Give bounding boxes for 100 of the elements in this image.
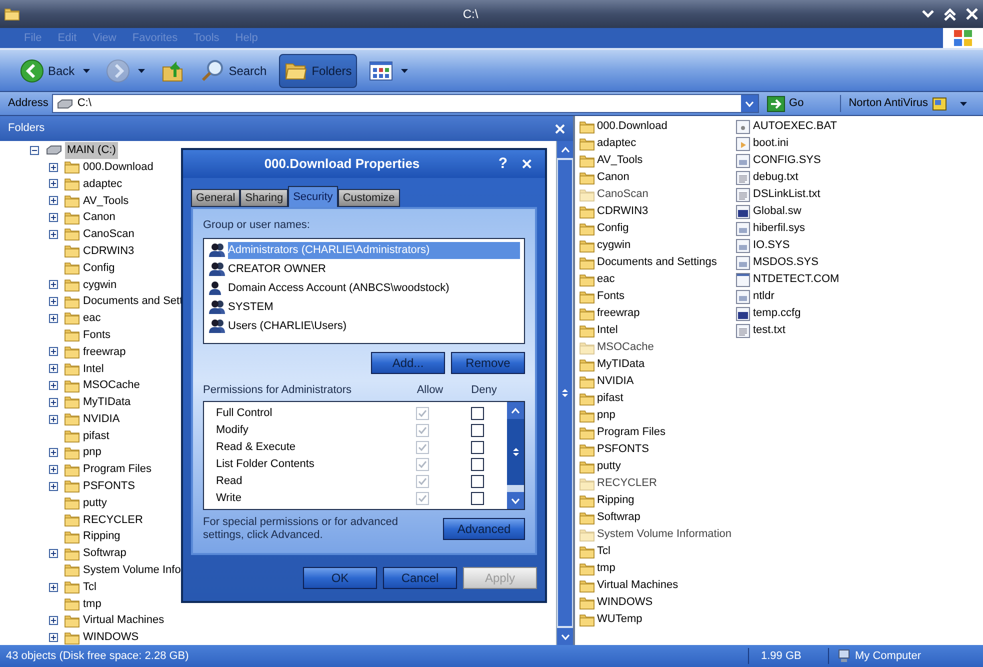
tree-item[interactable]: WINDOWS [83, 629, 139, 645]
file-name[interactable]: MSOCache [597, 339, 654, 356]
file-name[interactable]: test.txt [753, 322, 786, 339]
expand-icon[interactable] [49, 482, 58, 491]
expand-icon[interactable] [49, 582, 58, 592]
checkbox[interactable] [470, 441, 484, 454]
scroll-up-icon[interactable] [511, 408, 520, 414]
close-icon[interactable] [555, 124, 565, 134]
expand-icon[interactable] [49, 398, 58, 407]
file-name[interactable]: Program Files [597, 424, 666, 441]
expand-icon[interactable] [49, 179, 58, 188]
expand-icon[interactable] [49, 381, 58, 390]
expand-icon[interactable] [49, 314, 58, 323]
dropdown-caret-icon[interactable] [400, 68, 408, 72]
file-name[interactable]: DSLinkList.txt [753, 186, 820, 203]
maximize-icon[interactable] [943, 7, 957, 21]
file-name[interactable]: pnp [597, 407, 616, 424]
checkbox[interactable] [416, 441, 428, 454]
dropdown-caret-icon[interactable] [82, 68, 90, 72]
file-name[interactable]: AUTOEXEC.BAT [753, 118, 837, 135]
expand-icon[interactable] [49, 196, 58, 206]
tree-item[interactable]: 000.Download [83, 158, 154, 176]
tree-item[interactable]: adaptec [83, 176, 122, 192]
file-name[interactable]: AV_Tools [597, 152, 643, 169]
file-name[interactable]: NVIDIA [597, 373, 634, 390]
tree-item[interactable]: tmp [83, 596, 102, 612]
tree-item[interactable]: MyTIData [83, 394, 131, 411]
chevron-down-icon[interactable] [511, 498, 520, 504]
expand-icon[interactable] [49, 280, 58, 290]
expand-icon[interactable] [49, 549, 58, 558]
checkbox[interactable] [416, 458, 428, 471]
tree-item[interactable]: Fonts [83, 326, 111, 344]
checkbox[interactable] [416, 475, 428, 488]
tree-item[interactable]: Softwrap [83, 545, 126, 562]
expand-icon[interactable] [49, 364, 58, 374]
checkbox[interactable] [416, 424, 428, 437]
expand-icon[interactable] [49, 448, 58, 458]
file-name[interactable]: RECYCLER [597, 475, 657, 492]
checkbox[interactable] [416, 407, 428, 420]
file-name[interactable]: WUTemp [597, 611, 642, 628]
expand-icon[interactable] [49, 213, 58, 222]
tree-item[interactable]: Canon [83, 209, 116, 226]
tree-item[interactable]: putty [83, 494, 107, 512]
expand-icon[interactable] [49, 230, 58, 239]
tree-item[interactable]: CanoScan [83, 226, 134, 243]
file-name[interactable]: Config [597, 220, 629, 237]
user-item[interactable]: Users (CHARLIE\Users) [228, 318, 520, 334]
file-name[interactable]: CDRWIN3 [597, 203, 648, 220]
tree-item[interactable]: freewrap [83, 344, 126, 360]
file-name[interactable]: debug.txt [753, 169, 798, 186]
checkbox[interactable] [470, 492, 484, 505]
help-button[interactable]: ? [493, 152, 513, 176]
dropdown-caret-icon[interactable] [138, 68, 145, 72]
file-name[interactable]: Tcl [597, 543, 610, 560]
tree-item[interactable]: Program Files [83, 461, 152, 478]
file-name[interactable]: ntldr [753, 288, 774, 305]
file-name[interactable]: freewrap [597, 305, 640, 322]
address-field[interactable]: C:\ [52, 94, 760, 113]
tree-item[interactable]: Tcl [83, 578, 96, 596]
file-name[interactable]: MyTIData [597, 356, 645, 373]
file-name[interactable]: tmp [597, 560, 616, 577]
tree-item[interactable]: RECYCLER [83, 512, 143, 528]
file-name[interactable]: putty [597, 458, 621, 475]
file-name[interactable]: Canon [597, 169, 630, 186]
file-name[interactable]: pifast [597, 390, 624, 407]
collapse-icon[interactable] [30, 146, 39, 155]
close-button[interactable]: ✕ [517, 154, 537, 174]
chevron-down-icon[interactable] [560, 634, 570, 640]
tab[interactable]: Security [288, 186, 338, 207]
tree-item[interactable]: cygwin [83, 276, 117, 294]
tree-item[interactable]: pnp [83, 444, 102, 461]
user-item[interactable]: CREATOR OWNER [228, 260, 520, 278]
tree-item[interactable]: Virtual Machines [83, 612, 164, 629]
checkbox[interactable] [470, 407, 484, 420]
file-name[interactable]: IO.SYS [753, 237, 790, 254]
address-dropdown-button[interactable] [741, 95, 758, 112]
tree-item[interactable]: eac [83, 310, 101, 327]
chevron-down-icon[interactable] [745, 100, 754, 106]
file-name[interactable]: Intel [597, 322, 618, 339]
expand-icon[interactable] [49, 162, 58, 172]
expand-icon[interactable] [49, 465, 58, 474]
expand-icon[interactable] [49, 414, 58, 424]
back-button[interactable]: Back [16, 54, 79, 88]
file-name[interactable]: Global.sw [753, 203, 802, 220]
tree-item[interactable]: Ripping [83, 528, 120, 545]
file-name[interactable]: boot.ini [753, 135, 788, 152]
expand-icon[interactable] [49, 347, 58, 356]
user-item[interactable]: Domain Access Account (ANBCS\woodstock) [228, 280, 520, 296]
file-name[interactable]: Documents and Settings [597, 254, 717, 271]
file-name[interactable]: PSFONTS [597, 441, 649, 458]
tree-item[interactable]: NVIDIA [83, 410, 120, 428]
go-button[interactable]: Go [763, 95, 808, 112]
file-name[interactable]: Softwrap [597, 509, 640, 526]
tree-item[interactable]: pifast [83, 428, 110, 444]
file-name[interactable]: NTDETECT.COM [753, 271, 840, 288]
tree-item[interactable]: Intel [83, 360, 104, 377]
file-name[interactable]: MSDOS.SYS [753, 254, 818, 271]
tree-item[interactable]: AV_Tools [83, 192, 129, 210]
tree-item[interactable]: System Volume Info [83, 562, 181, 579]
checkbox[interactable] [470, 458, 484, 471]
